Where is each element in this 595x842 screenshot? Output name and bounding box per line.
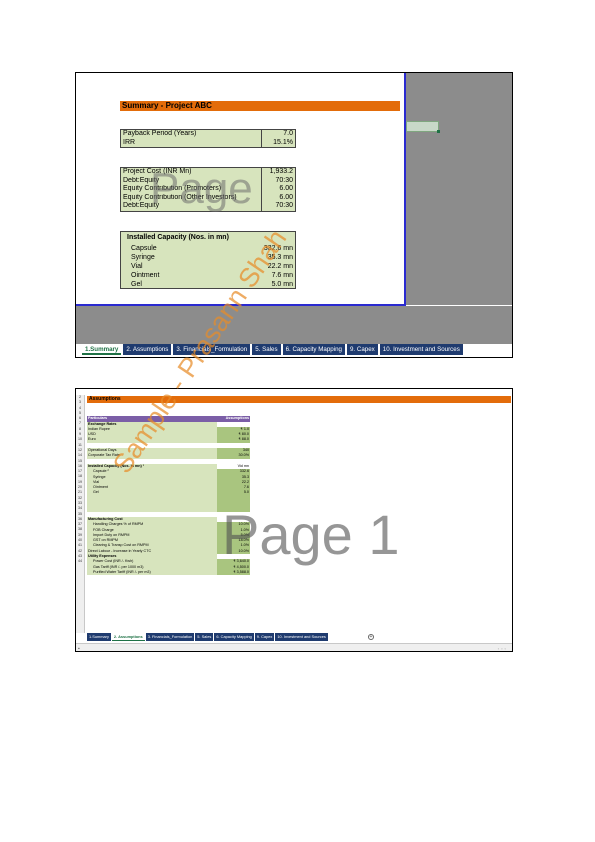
tab-assumptions[interactable]: 2. Assumptions [123, 344, 172, 355]
row-value: 15.1% [261, 138, 295, 147]
tab-assumptions[interactable]: 2. Assumptions [111, 633, 145, 641]
table-row: IRR 15.1% [121, 138, 295, 147]
row-value: 1,933.2 [261, 168, 295, 177]
tab-summary[interactable]: 1.Summary [87, 633, 111, 641]
table-row: Payback Period (Years) 7.0 [121, 130, 295, 139]
row-number[interactable]: 44 [76, 559, 84, 564]
tab-sales[interactable]: 5. Sales [252, 344, 281, 355]
row-headers: 2 3 4 5 6 7 8 9 10 11 12 14 15 16 17 18 19 20 21 32 33 34 35 36… [76, 395, 85, 633]
summary-sheet-screenshot: Summary - Project ABC Payback Period (Ye… [75, 72, 513, 358]
tab-investment-and-sources[interactable]: 10. Investment and Sources [379, 344, 463, 355]
status-bar: ▪ ▫▫▫ [76, 643, 512, 651]
row-label: Vial [131, 263, 143, 270]
row-value[interactable]: ₹ 3,588.0 [217, 569, 250, 576]
row-label: Purified Water Tariff (INR /- per m3) [87, 569, 217, 576]
row-label: IRR [123, 138, 136, 146]
row-label: Syringe [131, 254, 155, 261]
payback-table: Payback Period (Years) 7.0 IRR 15.1% [120, 129, 296, 148]
page-number-watermark: Page 1 [222, 503, 400, 566]
macro-record-icon[interactable]: ▪ [78, 646, 80, 651]
row-value: 6.00 [261, 193, 295, 202]
tab-summary[interactable]: 1.Summary [82, 344, 122, 355]
tab-investment-and-sources[interactable]: 10. Investment and Sources [275, 633, 328, 641]
table-row: Purified Water Tariff (INR /- per m3) ₹ 3… [87, 569, 250, 576]
summary-title: Summary - Project ABC [120, 101, 400, 111]
tab-sales[interactable]: 5. Sales [195, 633, 214, 641]
sheet-tabs: 1.Summary 2. Assumptions 3. Financials_F… [87, 633, 328, 641]
tab-financials-formulation[interactable]: 3. Financials_Formulation [145, 633, 195, 641]
tab-capacity-mapping[interactable]: 6. Capacity Mapping [282, 344, 345, 355]
row-value: 70:30 [261, 202, 295, 211]
row-value: 70:30 [261, 176, 295, 185]
row-label: Ointment [131, 272, 160, 279]
row-value: 7.0 [261, 130, 295, 139]
outside-print-area [76, 306, 512, 344]
add-sheet-button[interactable]: + [368, 634, 374, 640]
row-label: Capsule [131, 245, 157, 252]
selected-cell[interactable] [406, 121, 439, 132]
view-mode-icons[interactable]: ▫▫▫ [498, 646, 508, 651]
page-watermark: Page [150, 164, 253, 213]
row-label: Payback Period (Years) [123, 130, 197, 137]
tab-capacity-mapping[interactable]: 6. Capacity Mapping [214, 633, 254, 641]
tab-capex[interactable]: 9. Capex [254, 633, 275, 641]
fill-handle[interactable] [437, 130, 440, 133]
tab-capex[interactable]: 9. Capex [346, 344, 378, 355]
row-value: 6.00 [261, 185, 295, 194]
table-row: Gel 5.0 mn [121, 280, 295, 289]
sheet-tabs: 1.Summary 2. Assumptions 3. Financials_F… [82, 344, 463, 355]
outside-print-area [406, 73, 512, 305]
